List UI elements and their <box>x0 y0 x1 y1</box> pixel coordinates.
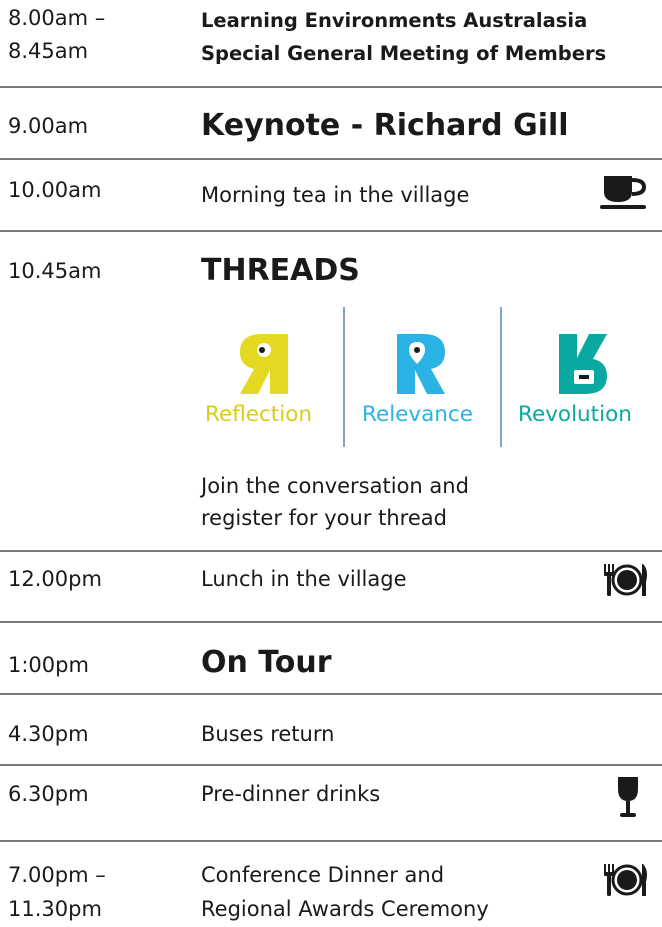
time-0430: 4.30pm <box>8 722 89 746</box>
time-1130: 11.30pm <box>8 897 102 921</box>
divider <box>0 693 662 695</box>
keynote-title: Keynote - Richard Gill <box>201 108 569 143</box>
time-0100: 1:00pm <box>8 653 89 677</box>
coffee-cup-icon <box>600 176 646 209</box>
plate-cutlery-icon <box>604 564 647 596</box>
thread-reflection-label[interactable]: Reflection <box>205 402 312 427</box>
relevance-logo-icon <box>397 334 445 394</box>
time-0800: 8.00am – <box>8 6 106 30</box>
threads-note-line1: Join the conversation and <box>201 474 469 498</box>
sgm-title-line2: Special General Meeting of Members <box>201 42 607 65</box>
divider <box>0 621 662 623</box>
threads-title: THREADS <box>201 253 360 288</box>
sgm-title-line1: Learning Environments Australasia <box>201 9 588 32</box>
thread-divider <box>343 307 345 447</box>
divider <box>0 230 662 232</box>
on-tour-title: On Tour <box>201 645 332 680</box>
time-0700: 7.00pm – <box>8 863 106 887</box>
time-0845: 8.45am <box>8 39 89 63</box>
divider <box>0 764 662 766</box>
morning-tea-title: Morning tea in the village <box>201 183 470 207</box>
dinner-title-line1: Conference Dinner and <box>201 863 445 887</box>
wine-glass-icon <box>618 777 638 817</box>
divider <box>0 550 662 552</box>
time-0900: 9.00am <box>8 114 89 138</box>
divider <box>0 840 662 842</box>
lunch-title: Lunch in the village <box>201 567 407 591</box>
divider <box>0 158 662 160</box>
time-1200: 12.00pm <box>8 567 102 591</box>
divider <box>0 86 662 88</box>
threads-note-line2: register for your thread <box>201 506 447 530</box>
thread-divider <box>500 307 502 447</box>
time-1000: 10.00am <box>8 178 102 202</box>
buses-title: Buses return <box>201 722 335 746</box>
thread-relevance-label[interactable]: Relevance <box>362 402 473 427</box>
reflection-logo-icon <box>240 334 288 394</box>
thread-revolution-label[interactable]: Revolution <box>518 402 632 427</box>
revolution-logo-icon <box>559 334 607 394</box>
time-0630: 6.30pm <box>8 782 89 806</box>
dinner-title-line2: Regional Awards Ceremony <box>201 897 489 921</box>
time-1045: 10.45am <box>8 259 102 283</box>
drinks-title: Pre-dinner drinks <box>201 782 381 806</box>
plate-cutlery-icon <box>604 864 647 896</box>
